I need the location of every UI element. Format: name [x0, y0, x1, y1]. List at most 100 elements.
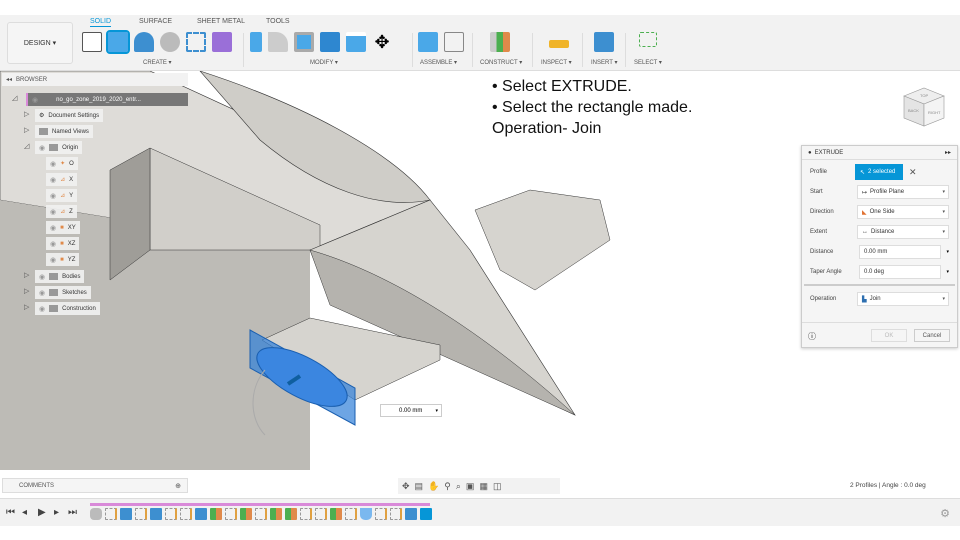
browser-item-xz[interactable]: ◉ ■ XZ — [46, 237, 80, 250]
design-workspace-button[interactable]: DESIGN ▾ — [7, 22, 73, 64]
measure-icon[interactable] — [549, 40, 569, 48]
display-settings-icon[interactable]: ▣ — [466, 481, 475, 492]
timeline-shell-icon[interactable] — [360, 508, 372, 520]
timeline-sketch-icon[interactable] — [225, 508, 237, 520]
comments-panel[interactable]: COMMENTS ⊕ — [2, 478, 188, 493]
browser-item-bodies[interactable]: ◉ Bodies — [35, 270, 85, 283]
cancel-button[interactable]: Cancel — [914, 329, 950, 342]
browser-item-xy[interactable]: ◉ ■ XY — [46, 221, 80, 234]
create-sketch-icon[interactable] — [82, 32, 102, 52]
browser-item-yz[interactable]: ◉ ■ YZ — [46, 253, 80, 266]
play-icon[interactable]: ▶ — [38, 507, 46, 518]
combine-icon[interactable] — [320, 32, 340, 52]
tab-surface[interactable]: SURFACE — [139, 18, 172, 25]
move-icon[interactable]: ✥ — [372, 32, 392, 52]
hole-icon[interactable] — [160, 32, 180, 52]
timeline-extrude-icon[interactable] — [405, 508, 417, 520]
timeline-extrude-icon[interactable] — [195, 508, 207, 520]
timeline-sketch-icon[interactable] — [255, 508, 267, 520]
timeline-sketch-icon[interactable] — [135, 508, 147, 520]
viewcube-back[interactable]: BACK — [908, 108, 919, 113]
clear-selection-icon[interactable]: ✕ — [909, 167, 917, 178]
timeline-plane-icon[interactable] — [210, 508, 222, 520]
timeline-body-icon[interactable] — [90, 508, 102, 520]
zoom-icon[interactable]: ⚲ — [444, 481, 451, 492]
browser-item-o[interactable]: ◉ ✦ O — [46, 157, 78, 170]
create-menu[interactable]: CREATE ▾ — [143, 59, 172, 66]
insert-menu[interactable]: INSERT ▾ — [591, 59, 617, 66]
timeline-sketch-icon[interactable] — [300, 508, 312, 520]
info-icon[interactable]: ⓘ — [808, 331, 816, 342]
taper-angle-input[interactable]: 0.0 deg — [859, 265, 941, 279]
browser-item-construction[interactable]: ◉ Construction — [35, 302, 100, 315]
revolve-icon[interactable] — [134, 32, 154, 52]
look-at-icon[interactable]: ▤ — [415, 481, 424, 492]
browser-item-document-settings[interactable]: ⚙ Document Settings — [35, 109, 104, 122]
new-component-icon[interactable] — [418, 32, 438, 52]
settings-gear-icon[interactable]: ⚙ — [940, 507, 950, 520]
fit-icon[interactable]: ⌕ — [456, 481, 461, 492]
distance-manipulator-input[interactable]: 0.00 mm ▾ — [380, 404, 442, 417]
browser-item-origin[interactable]: ◉ Origin — [35, 141, 83, 154]
assemble-menu[interactable]: ASSEMBLE ▾ — [420, 59, 457, 66]
timeline-plane-icon[interactable] — [270, 508, 282, 520]
first-step-icon[interactable]: ⏮ — [6, 507, 15, 518]
fillet-icon[interactable] — [268, 32, 288, 52]
timeline-sketch-icon[interactable] — [375, 508, 387, 520]
split-icon[interactable] — [346, 32, 366, 52]
direction-dropdown[interactable]: ◣ One Side ▾ — [857, 205, 949, 219]
browser-item-z[interactable]: ◉ ⊿ Z — [46, 205, 77, 218]
shell-icon[interactable] — [294, 32, 314, 52]
select-icon[interactable] — [639, 32, 657, 47]
start-dropdown[interactable]: ↦ Profile Plane ▾ — [857, 185, 949, 199]
profile-selection-button[interactable]: ↖ 2 selected — [855, 164, 903, 180]
timeline-active-icon[interactable] — [420, 508, 432, 520]
browser-root[interactable]: ◉ no_go_zone_2019_2020_entr... — [26, 93, 188, 106]
last-step-icon[interactable]: ⏭ — [68, 507, 77, 518]
grid-icon[interactable]: ▦ — [479, 481, 488, 492]
timeline-extrude-icon[interactable] — [120, 508, 132, 520]
timeline-sketch-icon[interactable] — [390, 508, 402, 520]
timeline-sketch-icon[interactable] — [345, 508, 357, 520]
construct-menu[interactable]: CONSTRUCT ▾ — [480, 59, 522, 66]
timeline-sketch-icon[interactable] — [105, 508, 117, 520]
previous-step-icon[interactable]: ◂ — [22, 507, 27, 518]
timeline-sketch-icon[interactable] — [180, 508, 192, 520]
pan-icon[interactable]: ✋ — [428, 481, 439, 492]
extrude-icon[interactable] — [106, 30, 130, 54]
tab-tools[interactable]: TOOLS — [266, 18, 290, 25]
timeline-sketch-icon[interactable] — [315, 508, 327, 520]
browser-item-y[interactable]: ◉ ⊿ Y — [46, 189, 78, 202]
press-pull-icon[interactable] — [250, 32, 262, 52]
tab-sheet-metal[interactable]: SHEET METAL — [197, 18, 245, 25]
browser-item-sketches[interactable]: ◉ Sketches — [35, 286, 91, 299]
operation-dropdown[interactable]: ▙ Join ▾ — [857, 292, 949, 306]
browser-item-named-views[interactable]: Named Views — [35, 125, 93, 138]
next-step-icon[interactable]: ▸ — [54, 507, 59, 518]
timeline-plane-icon[interactable] — [285, 508, 297, 520]
timeline-plane-icon[interactable] — [240, 508, 252, 520]
expand-icon[interactable]: ▸▸ — [945, 149, 951, 156]
modify-menu[interactable]: MODIFY ▾ — [310, 59, 338, 66]
orbit-icon[interactable]: ✥ — [402, 481, 410, 492]
viewcube-top[interactable]: TOP — [920, 93, 928, 98]
ok-button[interactable]: OK — [871, 329, 907, 342]
viewports-icon[interactable]: ◫ — [493, 481, 502, 492]
joint-icon[interactable] — [444, 32, 464, 52]
insert-image-icon[interactable] — [594, 32, 614, 52]
timeline-sketch-icon[interactable] — [165, 508, 177, 520]
viewcube[interactable]: TOP BACK RIGHT — [900, 82, 948, 130]
form-icon[interactable] — [212, 32, 232, 52]
inspect-menu[interactable]: INSPECT ▾ — [541, 59, 572, 66]
timeline-extrude-icon[interactable] — [150, 508, 162, 520]
tab-solid[interactable]: SOLID — [90, 18, 112, 27]
timeline-plane-icon[interactable] — [330, 508, 342, 520]
browser-item-x[interactable]: ◉ ⊿ X — [46, 173, 78, 186]
construct-plane-icon[interactable] — [490, 32, 510, 52]
viewcube-right[interactable]: RIGHT — [928, 110, 941, 115]
collapse-icon[interactable]: ◂◂ — [6, 76, 12, 83]
extent-dropdown[interactable]: ↔ Distance ▾ — [857, 225, 949, 239]
select-menu[interactable]: SELECT ▾ — [634, 59, 662, 66]
add-comment-icon[interactable]: ⊕ — [175, 482, 181, 490]
pattern-icon[interactable] — [186, 32, 206, 52]
